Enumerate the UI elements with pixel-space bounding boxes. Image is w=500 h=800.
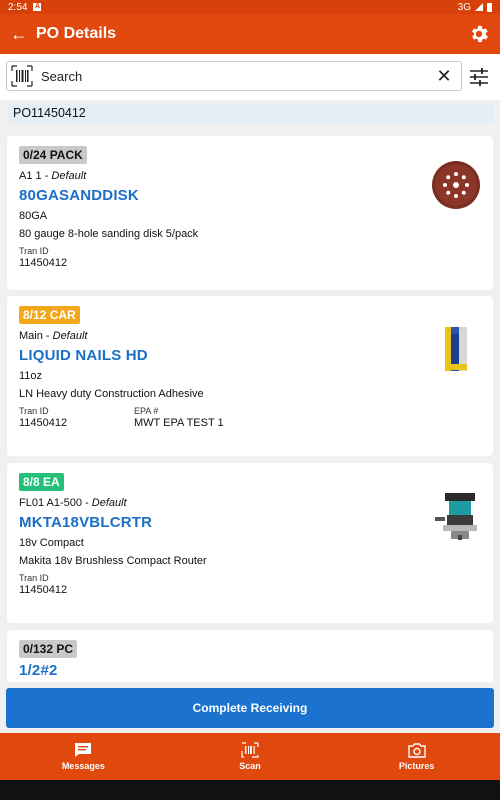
item-description: 80 gauge 8-hole sanding disk 5/pack bbox=[19, 228, 199, 240]
item-location: Main - Default bbox=[19, 330, 88, 342]
item-size: 11oz bbox=[19, 370, 43, 382]
list-item[interactable]: 8/12 CAR Main - Default LIQUID NAILS HD … bbox=[7, 296, 493, 456]
item-description: Makita 18v Brushless Compact Router bbox=[19, 555, 207, 567]
tran-id-label: Tran ID bbox=[19, 573, 49, 583]
router-tool-image bbox=[435, 493, 477, 540]
item-size: 18v Compact bbox=[19, 537, 84, 549]
item-name[interactable]: MKTA18VBLCRTR bbox=[19, 514, 481, 531]
page-title: PO Details bbox=[36, 25, 117, 42]
camera-icon bbox=[407, 743, 426, 758]
list-item[interactable]: 8/8 EA FL01 A1-500 - Default MKTA18VBLCR… bbox=[7, 463, 493, 623]
po-number: PO11450412 bbox=[8, 104, 494, 122]
clear-search-icon[interactable]: ✕ bbox=[433, 66, 455, 87]
tran-id-label: Tran ID bbox=[19, 246, 49, 256]
tran-id-value: 11450412 bbox=[19, 584, 68, 596]
status-time: 2:54 bbox=[8, 1, 28, 13]
search-row: Search ✕ bbox=[0, 54, 500, 100]
search-input[interactable]: Search ✕ bbox=[6, 61, 462, 91]
back-arrow-icon[interactable]: ← bbox=[10, 24, 30, 45]
item-name[interactable]: 80GASANDDISK bbox=[19, 187, 481, 204]
complete-receiving-button[interactable]: Complete Receiving bbox=[6, 688, 494, 728]
list-item[interactable]: 0/24 PACK A1 1 - Default 80GASANDDISK 80… bbox=[7, 136, 493, 290]
tran-id-value: 11450412 bbox=[19, 417, 68, 429]
item-list: 0/24 PACK A1 1 - Default 80GASANDDISK 80… bbox=[0, 126, 500, 682]
complete-receiving-button-wrap: Complete Receiving bbox=[6, 688, 494, 728]
nav-pictures[interactable]: Pictures bbox=[333, 733, 500, 780]
item-location: A1 1 - Default bbox=[19, 170, 87, 182]
tran-id-label: Tran ID bbox=[19, 406, 49, 416]
tran-id-value: 11450412 bbox=[19, 257, 68, 269]
message-icon bbox=[75, 743, 92, 757]
adhesive-tube-image bbox=[443, 326, 469, 372]
nav-label: Scan bbox=[239, 761, 261, 771]
filter-sliders-icon[interactable] bbox=[468, 67, 490, 87]
item-name[interactable]: LIQUID NAILS HD bbox=[19, 347, 481, 364]
quantity-badge: 8/12 CAR bbox=[19, 306, 80, 324]
signal-icon bbox=[475, 3, 483, 11]
nav-messages[interactable]: Messages bbox=[0, 733, 167, 780]
quantity-badge: 8/8 EA bbox=[19, 473, 64, 491]
epa-label: EPA # bbox=[134, 406, 159, 416]
item-location: FL01 A1-500 - Default bbox=[19, 497, 127, 509]
settings-gear-icon[interactable] bbox=[468, 23, 490, 45]
nav-label: Pictures bbox=[398, 761, 435, 771]
network-type: 3G bbox=[457, 1, 471, 13]
item-description: LN Heavy duty Construction Adhesive bbox=[19, 388, 204, 400]
app-bar: ← PO Details bbox=[0, 14, 500, 54]
notification-icon: A bbox=[33, 3, 42, 11]
list-item[interactable]: 0/132 PC 1/2#2 bbox=[7, 630, 493, 682]
bottom-nav: Messages Scan Pictures bbox=[0, 733, 500, 780]
quantity-badge: 0/24 PACK bbox=[19, 146, 87, 164]
status-bar: 2:54 A 3G bbox=[0, 0, 500, 14]
search-placeholder: Search bbox=[41, 68, 83, 84]
quantity-badge: 0/132 PC bbox=[19, 640, 78, 658]
item-name[interactable]: 1/2#2 bbox=[19, 662, 481, 679]
nav-label: Messages bbox=[61, 761, 105, 771]
nav-scan[interactable]: Scan bbox=[167, 733, 334, 780]
barcode-icon bbox=[241, 742, 259, 758]
barcode-scan-icon[interactable] bbox=[11, 65, 33, 87]
epa-value: MWT EPA TEST 1 bbox=[134, 417, 224, 429]
item-size: 80GA bbox=[19, 210, 48, 222]
battery-icon bbox=[487, 2, 492, 12]
system-gesture-bar bbox=[0, 780, 500, 800]
sanding-disk-image bbox=[432, 161, 480, 209]
